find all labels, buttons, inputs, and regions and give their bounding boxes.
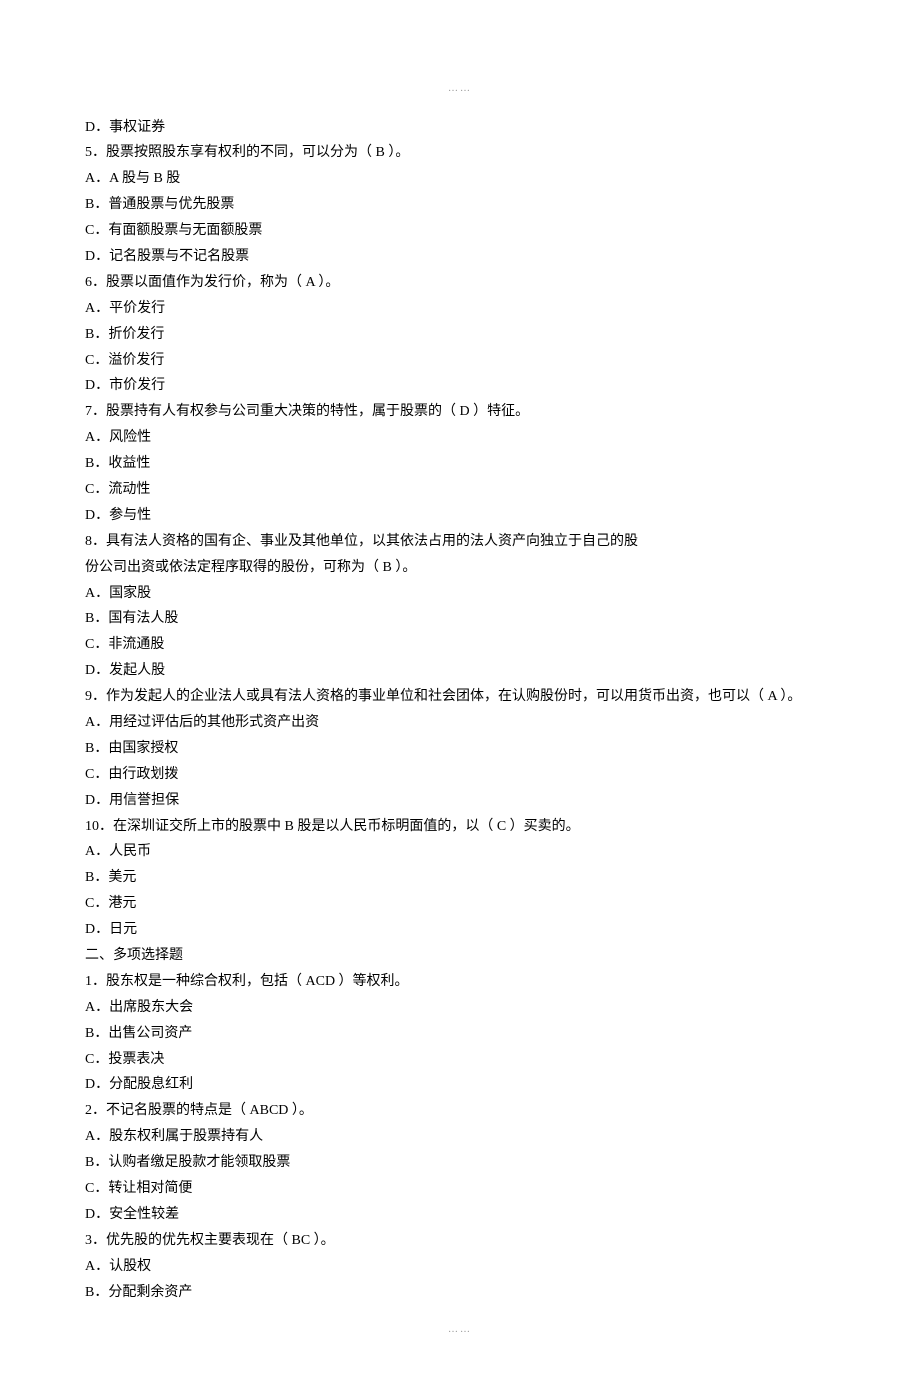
text-line: 7．股票持有人有权参与公司重大决策的特性，属于股票的（ D ）特征。 xyxy=(85,399,835,425)
text-line: C．港元 xyxy=(85,891,835,917)
text-line: C．非流通股 xyxy=(85,632,835,658)
text-line: 1．股东权是一种综合权利，包括（ ACD ）等权利。 xyxy=(85,969,835,995)
text-line: B．国有法人股 xyxy=(85,606,835,632)
text-line: 3．优先股的优先权主要表现在（ BC ）。 xyxy=(85,1228,835,1254)
text-line: 份公司出资或依法定程序取得的股份，可称为（ B ）。 xyxy=(85,555,835,581)
text-line: C．溢价发行 xyxy=(85,348,835,374)
text-line: D．记名股票与不记名股票 xyxy=(85,244,835,270)
text-line: A．国家股 xyxy=(85,581,835,607)
page-separator-bottom: …… xyxy=(85,1321,835,1340)
text-line: 6．股票以面值作为发行价，称为（ A ）。 xyxy=(85,270,835,296)
text-line: D．分配股息红利 xyxy=(85,1072,835,1098)
text-line: D．发起人股 xyxy=(85,658,835,684)
text-line: B．由国家授权 xyxy=(85,736,835,762)
text-line: D．市价发行 xyxy=(85,373,835,399)
text-line: A．股东权利属于股票持有人 xyxy=(85,1124,835,1150)
page-separator-top: …… xyxy=(85,80,835,99)
text-line: 二、多项选择题 xyxy=(85,943,835,969)
text-line: 8．具有法人资格的国有企、事业及其他单位，以其依法占用的法人资产向独立于自己的股 xyxy=(85,529,835,555)
text-line: C．转让相对简便 xyxy=(85,1176,835,1202)
text-line: A．人民币 xyxy=(85,839,835,865)
text-line: A．出席股东大会 xyxy=(85,995,835,1021)
text-line: A．A 股与 B 股 xyxy=(85,166,835,192)
text-line: B．折价发行 xyxy=(85,322,835,348)
text-line: B．收益性 xyxy=(85,451,835,477)
text-line: B．认购者缴足股款才能领取股票 xyxy=(85,1150,835,1176)
text-line: B．美元 xyxy=(85,865,835,891)
text-line: D．事权证券 xyxy=(85,115,835,141)
text-line: A．平价发行 xyxy=(85,296,835,322)
text-line: C．由行政划拨 xyxy=(85,762,835,788)
text-line: 9．作为发起人的企业法人或具有法人资格的事业单位和社会团体，在认购股份时，可以用… xyxy=(85,684,835,710)
text-line: 5．股票按照股东享有权利的不同，可以分为（ B ）。 xyxy=(85,140,835,166)
text-line: D．参与性 xyxy=(85,503,835,529)
text-line: C．流动性 xyxy=(85,477,835,503)
text-line: C．投票表决 xyxy=(85,1047,835,1073)
text-line: B．普通股票与优先股票 xyxy=(85,192,835,218)
text-line: A．用经过评估后的其他形式资产出资 xyxy=(85,710,835,736)
text-line: D．用信誉担保 xyxy=(85,788,835,814)
text-line: A．风险性 xyxy=(85,425,835,451)
text-line: B．出售公司资产 xyxy=(85,1021,835,1047)
text-line: 10．在深圳证交所上市的股票中 B 股是以人民币标明面值的，以（ C ）买卖的。 xyxy=(85,814,835,840)
text-line: 2．不记名股票的特点是（ ABCD ）。 xyxy=(85,1098,835,1124)
text-line: A．认股权 xyxy=(85,1254,835,1280)
document-body: D．事权证券5．股票按照股东享有权利的不同，可以分为（ B ）。A．A 股与 B… xyxy=(85,115,835,1306)
text-line: C．有面额股票与无面额股票 xyxy=(85,218,835,244)
text-line: D．安全性较差 xyxy=(85,1202,835,1228)
text-line: D．日元 xyxy=(85,917,835,943)
